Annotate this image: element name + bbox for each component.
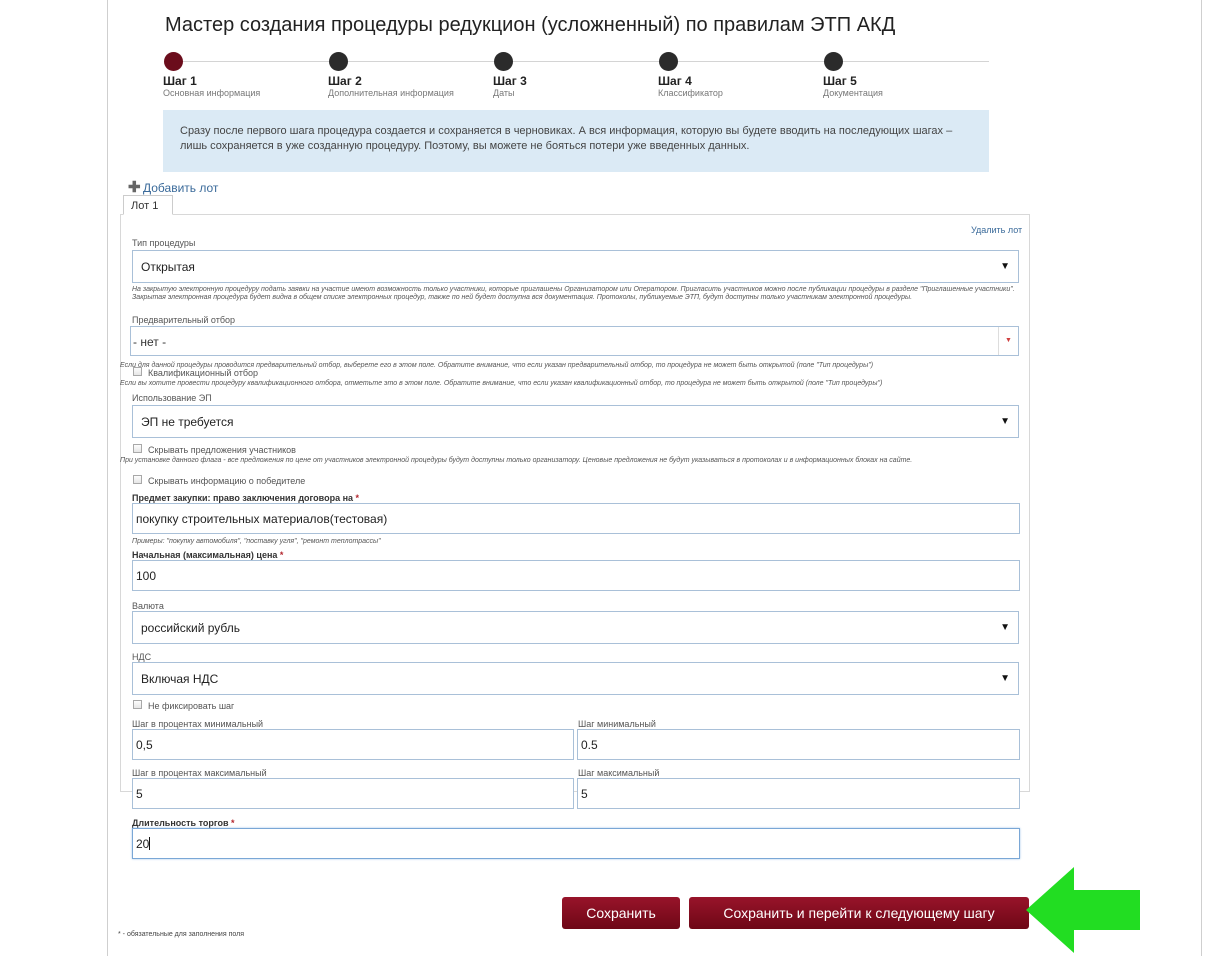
duration-label: Длительность торгов *	[132, 818, 235, 828]
tab-lot-1[interactable]: Лот 1	[123, 195, 173, 215]
start-price-label: Начальная (максимальная) цена *	[132, 550, 283, 560]
hide-offers-checkbox[interactable]	[133, 444, 142, 453]
currency-label: Валюта	[132, 601, 164, 611]
step-pct-min-label: Шаг в процентах минимальный	[132, 719, 264, 729]
step-3-indicator	[494, 52, 513, 71]
chevron-down-icon: ▼	[1000, 416, 1010, 427]
add-lot-link[interactable]: ✚ Добавить лот	[128, 178, 218, 196]
step-3-name: Шаг 3	[493, 74, 527, 88]
step-3-desc: Даты	[493, 88, 515, 98]
step-4-desc: Классификатор	[658, 88, 723, 98]
save-next-button[interactable]: Сохранить и перейти к следующему шагу	[689, 897, 1029, 929]
step-4-indicator	[659, 52, 678, 71]
step-5-indicator	[824, 52, 843, 71]
step-2-desc: Дополнительная информация	[328, 88, 454, 98]
chevron-down-icon: ▼	[1000, 673, 1010, 684]
signature-value: ЭП не требуется	[141, 415, 234, 429]
step-max-label: Шаг максимальный	[578, 768, 660, 778]
qualification-checkbox[interactable]	[133, 367, 142, 376]
page-frame-right	[1201, 0, 1202, 956]
step-2-name: Шаг 2	[328, 74, 362, 88]
subject-hint: Примеры: "покупку автомобиля", "поставку…	[132, 538, 381, 545]
step-pct-max-input[interactable]: 5	[132, 778, 574, 809]
procedure-type-label: Тип процедуры	[132, 238, 196, 248]
step-5-desc: Документация	[823, 88, 883, 98]
required-note: * - обязательные для заполнения поля	[118, 931, 244, 938]
step-pct-max-label: Шаг в процентах максимальный	[132, 768, 267, 778]
required-mark: *	[279, 550, 284, 560]
hide-offers-label: Скрывать предложения участников	[148, 445, 296, 455]
qualification-label: Квалификационный отбор	[148, 368, 258, 378]
step-1-desc: Основная информация	[163, 88, 261, 98]
duration-value: 20	[136, 837, 150, 851]
step-4[interactable]: Шаг 4 Классификатор	[658, 52, 818, 99]
add-lot-label: Добавить лот	[143, 181, 219, 195]
hide-offers-hint: При установке данного флага - все предло…	[120, 457, 913, 464]
currency-select[interactable]: российский рубль ▼	[132, 611, 1019, 644]
subject-label-text: Предмет закупки: право заключения догово…	[132, 493, 354, 503]
duration-input[interactable]: 20	[132, 828, 1020, 859]
step-1-indicator	[164, 52, 183, 71]
vat-label: НДС	[132, 652, 152, 662]
currency-value: российский рубль	[141, 621, 241, 635]
chevron-down-icon: ▼	[998, 327, 1018, 355]
required-mark: *	[231, 818, 235, 828]
procedure-type-select[interactable]: Открытая ▼	[132, 250, 1019, 283]
preselection-select[interactable]: - нет - ▼	[130, 326, 1019, 356]
wizard-steps: Шаг 1 Основная информация Шаг 2 Дополнит…	[163, 52, 993, 108]
step-2-indicator	[329, 52, 348, 71]
preselection-value: - нет -	[133, 335, 167, 349]
vat-select[interactable]: Включая НДС ▼	[132, 662, 1019, 695]
info-box: Сразу после первого шага процедура созда…	[163, 110, 989, 172]
start-price-label-text: Начальная (максимальная) цена	[132, 550, 278, 560]
step-min-input[interactable]: 0.5	[577, 729, 1020, 760]
step-min-label: Шаг минимальный	[578, 719, 656, 729]
plus-icon: ✚	[128, 179, 141, 196]
subject-label: Предмет закупки: право заключения догово…	[132, 493, 359, 503]
preselection-label: Предварительный отбор	[132, 315, 235, 325]
step-5[interactable]: Шаг 5 Документация	[823, 52, 983, 99]
step-5-name: Шаг 5	[823, 74, 857, 88]
step-1[interactable]: Шаг 1 Основная информация	[163, 52, 323, 99]
step-1-name: Шаг 1	[163, 74, 197, 88]
green-arrow-icon	[1026, 867, 1140, 953]
hide-winner-label: Скрывать информацию о победителе	[148, 476, 306, 486]
procedure-type-hint: На закрытую электронную процедуру подать…	[132, 286, 1015, 301]
procedure-type-value: Открытая	[141, 260, 195, 274]
required-mark: *	[355, 493, 360, 503]
step-max-input[interactable]: 5	[577, 778, 1020, 809]
hide-winner-checkbox[interactable]	[133, 475, 142, 484]
chevron-down-icon: ▼	[1000, 261, 1010, 272]
page-frame-left	[107, 0, 108, 956]
fix-step-label: Не фиксировать шаг	[148, 701, 235, 711]
fix-step-checkbox[interactable]	[133, 700, 142, 709]
qualification-hint: Если вы хотите провести процедуру квалиф…	[120, 380, 883, 387]
subject-input[interactable]: покупку строительных материалов(тестовая…	[132, 503, 1020, 534]
chevron-down-icon: ▼	[1000, 622, 1010, 633]
step-3[interactable]: Шаг 3 Даты	[493, 52, 653, 99]
duration-label-text: Длительность торгов	[132, 818, 229, 828]
step-4-name: Шаг 4	[658, 74, 692, 88]
signature-label: Использование ЭП	[132, 393, 212, 403]
signature-select[interactable]: ЭП не требуется ▼	[132, 405, 1019, 438]
start-price-input[interactable]: 100	[132, 560, 1020, 591]
text-caret	[149, 837, 151, 850]
save-button[interactable]: Сохранить	[562, 897, 680, 929]
step-2[interactable]: Шаг 2 Дополнительная информация	[328, 52, 488, 99]
vat-value: Включая НДС	[141, 672, 219, 686]
delete-lot-link[interactable]: Удалить лот	[971, 225, 1022, 235]
page-title: Мастер создания процедуры редукцион (усл…	[165, 14, 896, 36]
step-pct-min-input[interactable]: 0,5	[132, 729, 574, 760]
